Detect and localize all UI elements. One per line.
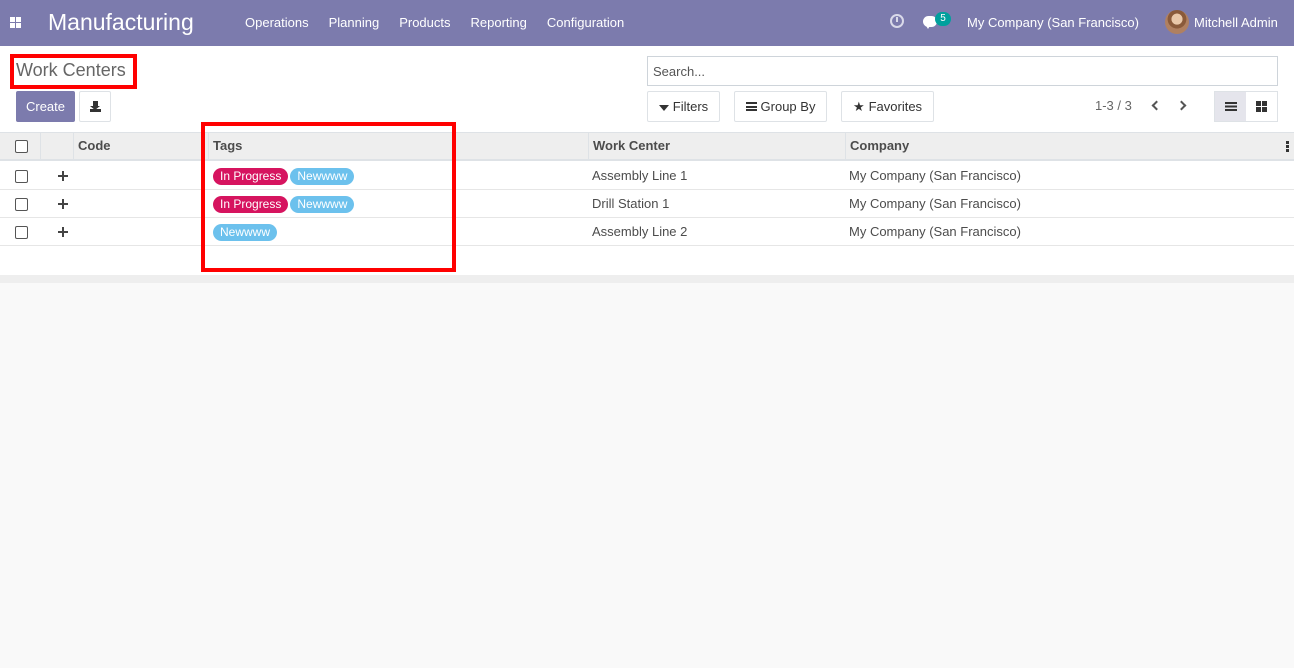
row-checkbox[interactable] <box>15 226 28 239</box>
cell-work-center: Assembly Line 1 <box>592 168 688 183</box>
group-by-button[interactable]: Group By <box>734 91 827 122</box>
tag-badge: Newwww <box>213 224 278 242</box>
chat-count-badge: 5 <box>935 12 951 26</box>
empty-row <box>0 246 1294 274</box>
cell-code <box>77 190 207 218</box>
column-header-company[interactable]: Company <box>845 133 1282 159</box>
cell-code <box>77 162 207 190</box>
tag-badge: In Progress <box>213 168 289 186</box>
kanban-view-button[interactable] <box>1246 92 1277 121</box>
cell-company: My Company (San Francisco) <box>849 196 1021 211</box>
tag-badge: Newwww <box>290 168 355 186</box>
export-button[interactable] <box>79 91 111 122</box>
table-row[interactable]: In Progress Newwww Drill Station 1 My Com… <box>0 190 1294 218</box>
user-menu[interactable]: Mitchell Admin <box>1194 15 1278 30</box>
column-options-icon[interactable] <box>1286 141 1289 152</box>
top-navbar: Manufacturing Operations Planning Produc… <box>0 0 1294 46</box>
table-footer <box>0 275 1294 283</box>
search-box <box>647 56 1278 86</box>
table-header: Code Tags Work Center Company <box>0 133 1294 161</box>
pager-next-button[interactable] <box>1176 99 1190 113</box>
user-avatar[interactable] <box>1165 10 1189 34</box>
cell-tags: In Progress Newwww <box>213 162 583 190</box>
cell-company: My Company (San Francisco) <box>849 168 1021 183</box>
row-checkbox[interactable] <box>15 170 28 183</box>
cell-work-center: Assembly Line 2 <box>592 224 688 239</box>
favorites-label: Favorites <box>868 99 923 114</box>
company-switcher[interactable]: My Company (San Francisco) <box>967 15 1139 30</box>
cell-code <box>77 218 207 246</box>
chevron-left-icon <box>1151 100 1162 111</box>
tag-badge: Newwww <box>290 196 355 214</box>
table-row[interactable]: In Progress Newwww Assembly Line 1 My Com… <box>0 162 1294 190</box>
menu-item-products[interactable]: Products <box>389 0 460 46</box>
clock-icon[interactable] <box>890 14 904 28</box>
column-header-code[interactable]: Code <box>73 133 208 159</box>
list-table: Code Tags Work Center Company In Progres… <box>0 133 1294 275</box>
create-button[interactable]: Create <box>16 91 75 122</box>
download-icon <box>90 101 101 112</box>
control-panel: Work Centers Create Filters Group By ★ F… <box>0 46 1294 133</box>
search-input[interactable] <box>653 57 1253 85</box>
menu-item-planning[interactable]: Planning <box>319 0 390 46</box>
cell-work-center: Drill Station 1 <box>592 196 670 211</box>
bars-icon <box>745 102 757 111</box>
drag-handle-icon[interactable] <box>57 226 69 238</box>
apps-menu-icon[interactable] <box>10 17 23 29</box>
app-brand[interactable]: Manufacturing <box>48 9 194 36</box>
star-icon: ★ <box>852 99 865 114</box>
select-all-checkbox[interactable] <box>15 140 28 153</box>
column-header-work-center[interactable]: Work Center <box>588 133 845 159</box>
chevron-right-icon <box>1176 100 1187 111</box>
page-title: Work Centers <box>16 60 126 80</box>
main-menu: Operations Planning Products Reporting C… <box>235 0 634 46</box>
view-switcher <box>1214 91 1278 122</box>
pager-value[interactable]: 1-3 / 3 <box>1095 98 1132 113</box>
favorites-button[interactable]: ★ Favorites <box>841 91 934 122</box>
filter-icon <box>658 104 669 111</box>
column-header-tags[interactable]: Tags <box>208 133 588 159</box>
kanban-icon <box>1256 101 1268 112</box>
cell-tags: In Progress Newwww <box>213 190 583 218</box>
tag-badge: In Progress <box>213 196 289 214</box>
filters-label: Filters <box>672 99 709 114</box>
filters-button[interactable]: Filters <box>647 91 720 122</box>
drag-handle-icon[interactable] <box>57 170 69 182</box>
handle-column-header <box>40 133 73 159</box>
list-icon <box>1225 102 1237 111</box>
drag-handle-icon[interactable] <box>57 198 69 210</box>
menu-item-reporting[interactable]: Reporting <box>461 0 537 46</box>
pager-previous-button[interactable] <box>1148 99 1162 113</box>
table-row[interactable]: Newwww Assembly Line 2 My Company (San F… <box>0 218 1294 246</box>
group-by-label: Group By <box>760 99 816 114</box>
cell-tags: Newwww <box>213 218 583 246</box>
cell-company: My Company (San Francisco) <box>849 224 1021 239</box>
row-checkbox[interactable] <box>15 198 28 211</box>
list-view-button[interactable] <box>1215 92 1246 121</box>
menu-item-operations[interactable]: Operations <box>235 0 319 46</box>
menu-item-configuration[interactable]: Configuration <box>537 0 634 46</box>
